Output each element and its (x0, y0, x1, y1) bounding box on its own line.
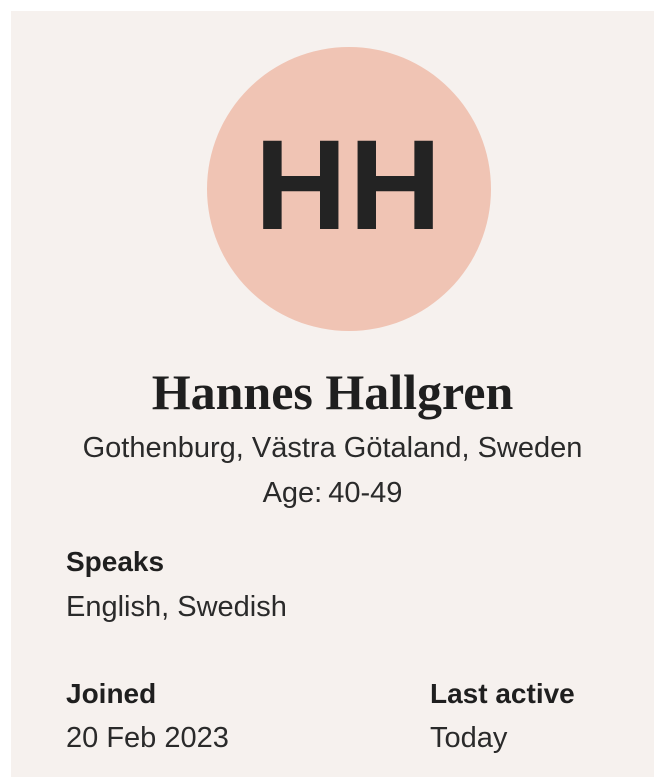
last-active-value: Today (430, 722, 508, 754)
age-value: 40-49 (328, 477, 403, 509)
age-label: Age: (262, 477, 323, 509)
joined-label: Joined (66, 678, 157, 709)
last-active-label: Last active (430, 678, 575, 709)
profile-age: Age: 40-49 (11, 475, 654, 511)
avatar: HH (207, 47, 491, 331)
profile-name: Hannes Hallgren (151, 364, 514, 420)
avatar-initials: HH (254, 114, 444, 257)
profile-card: HH Hannes Hallgren Gothenburg, Västra Gö… (11, 11, 654, 777)
speaks-value: English, Swedish (66, 591, 287, 623)
profile-location: Gothenburg, Västra Götaland, Sweden (82, 432, 583, 464)
speaks-label: Speaks (66, 546, 165, 577)
joined-value: 20 Feb 2023 (66, 722, 229, 754)
